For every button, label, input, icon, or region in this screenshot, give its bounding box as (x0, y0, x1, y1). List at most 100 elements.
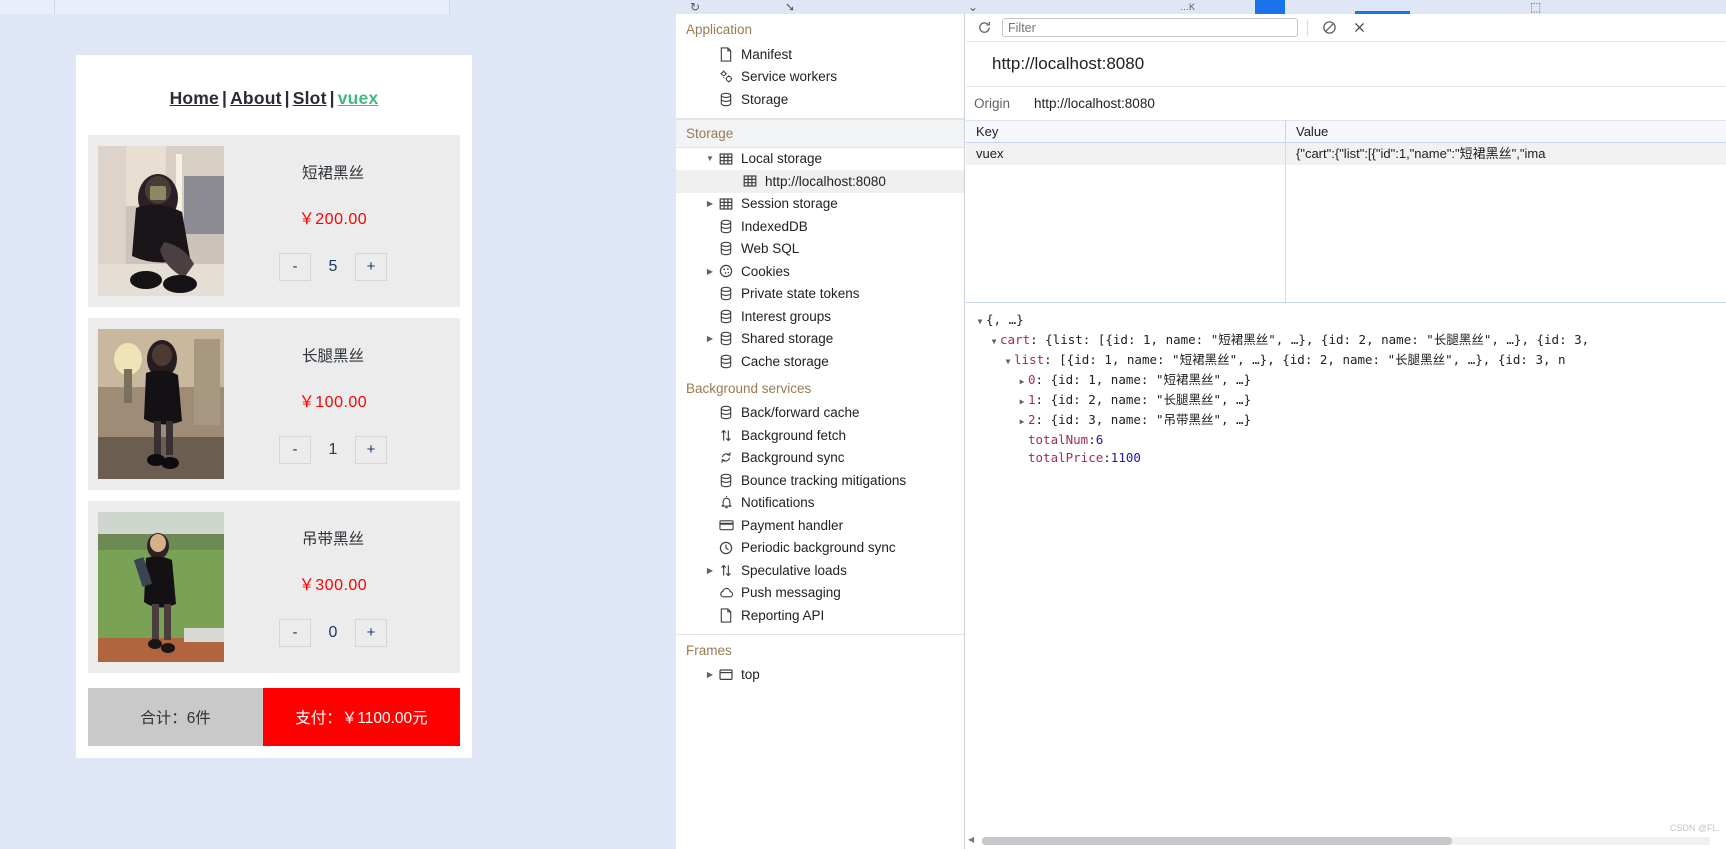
credit-card-icon (717, 517, 735, 533)
chrome-tab-segment[interactable] (55, 0, 450, 14)
sidebar-item-label: Local storage (741, 151, 823, 167)
sidebar-item-reporting-api[interactable]: ▶Reporting API (676, 604, 964, 627)
decrement-button[interactable]: - (279, 436, 311, 464)
chrome-tab-segment[interactable] (0, 0, 55, 14)
chevron-right-icon[interactable]: ▶ (704, 199, 716, 208)
json-value: : {id: 1, name: "短裙黑丝", …} (1035, 372, 1252, 387)
chevron-down-icon[interactable]: ⌄ (968, 0, 978, 14)
sidebar-item-web-sql[interactable]: ▶Web SQL (676, 238, 964, 261)
scroll-left-arrow[interactable]: ◀ (968, 835, 974, 844)
sidebar-item-indexeddb[interactable]: ▶IndexedDB (676, 215, 964, 238)
sidebar-item-cookies[interactable]: ▶ Cookies (676, 260, 964, 283)
reload-icon[interactable]: ↻ (690, 0, 700, 14)
arrows-updown-icon (717, 562, 735, 578)
cell-key: vuex (966, 143, 1286, 165)
sidebar-item-session-storage[interactable]: ▶ Session storage (676, 193, 964, 216)
json-preview-row[interactable]: ▼ {, …} (974, 311, 1726, 331)
chevron-right-icon[interactable]: ▶ (1016, 373, 1028, 391)
sidebar-item-label: Background sync (741, 450, 845, 466)
scrollbar-thumb[interactable] (982, 837, 1452, 845)
sidebar-item-background-fetch[interactable]: ▶Background fetch (676, 424, 964, 447)
json-preview-row[interactable]: totalPrice: 1100 (974, 449, 1726, 467)
document-icon (717, 46, 735, 62)
table-icon (717, 151, 735, 167)
increment-button[interactable]: + (355, 619, 387, 647)
database-icon (717, 308, 735, 324)
cursor-icon[interactable]: ➘ (785, 0, 795, 14)
nav-link-vuex[interactable]: vuex (338, 88, 379, 108)
sidebar-item-periodic-background-sync[interactable]: ▶Periodic background sync (676, 537, 964, 560)
cart-item: 短裙黑丝 ￥200.00 - 5 + (88, 135, 460, 307)
column-header-key[interactable]: Key (966, 121, 1286, 142)
product-thumbnail[interactable] (98, 329, 224, 479)
clock-icon (717, 540, 735, 556)
increment-button[interactable]: + (355, 253, 387, 281)
sidebar-item-top[interactable]: ▶ top (676, 664, 964, 687)
sidebar-item-background-sync[interactable]: ▶Background sync (676, 447, 964, 470)
database-icon (717, 218, 735, 234)
product-thumbnail[interactable] (98, 146, 224, 296)
sidebar-item-notifications[interactable]: ▶Notifications (676, 492, 964, 515)
chevron-right-icon[interactable]: ▶ (704, 267, 716, 276)
application-panel-sidebar: Application▶Manifest▶Service workers▶Sto… (676, 14, 965, 849)
sidebar-item-label: Storage (741, 91, 789, 107)
no-entry-icon[interactable] (1317, 17, 1341, 39)
chevron-right-icon[interactable]: ▶ (1016, 413, 1028, 431)
nav-link-slot[interactable]: Slot (293, 88, 327, 108)
chevron-down-icon[interactable]: ▼ (988, 333, 1000, 351)
sidebar-item-private-state-tokens[interactable]: ▶Private state tokens (676, 283, 964, 306)
json-preview-row[interactable]: ▶ 0: {id: 1, name: "短裙黑丝", …} (974, 371, 1726, 391)
sidebar-item-shared-storage[interactable]: ▶ Shared storage (676, 328, 964, 351)
json-preview-row[interactable]: ▶ 1: {id: 2, name: "长腿黑丝", …} (974, 391, 1726, 411)
sidebar-item-local-storage[interactable]: ▼ Local storage (676, 148, 964, 171)
json-preview-row[interactable]: ▼ list: [{id: 1, name: "短裙黑丝", …}, {id: 2… (974, 351, 1726, 371)
column-header-value[interactable]: Value (1286, 121, 1726, 142)
sidebar-item-speculative-loads[interactable]: ▶ Speculative loads (676, 559, 964, 582)
horizontal-scrollbar[interactable]: ◀ (966, 835, 1726, 847)
sidebar-item-service-workers[interactable]: ▶Service workers (676, 66, 964, 89)
chevron-right-icon[interactable]: ▶ (704, 566, 716, 575)
sidebar-section-title: Storage (676, 118, 964, 148)
product-thumbnail[interactable] (98, 512, 224, 662)
sidebar-section-title: Application (686, 22, 753, 37)
shopping-cart-page: Home | About | Slot | vuex 短裙黑丝 ￥200.00 … (76, 55, 472, 758)
storage-viewer: http://localhost:8080 Origin http://loca… (966, 14, 1726, 849)
sidebar-item-http-localhost-8080[interactable]: ▶http://localhost:8080 (676, 170, 964, 193)
cart-item: 长腿黑丝 ￥100.00 - 1 + (88, 318, 460, 490)
chevron-right-icon[interactable]: ▶ (704, 334, 716, 343)
refresh-icon[interactable] (972, 17, 996, 39)
sidebar-item-push-messaging[interactable]: ▶Push messaging (676, 582, 964, 605)
sidebar-item-payment-handler[interactable]: ▶Payment handler (676, 514, 964, 537)
sidebar-item-interest-groups[interactable]: ▶Interest groups (676, 305, 964, 328)
sidebar-item-cache-storage[interactable]: ▶Cache storage (676, 350, 964, 373)
filter-input[interactable] (1002, 18, 1298, 37)
sidebar-item-storage[interactable]: ▶Storage (676, 88, 964, 111)
cookie-icon (717, 263, 735, 279)
table-row[interactable]: vuex {"cart":{"list":[{"id":1,"name":"短裙… (966, 143, 1726, 165)
nav-link-home[interactable]: Home (170, 88, 219, 108)
sidebar-item-back-forward-cache[interactable]: ▶Back/forward cache (676, 402, 964, 425)
json-preview-row[interactable]: ▶ 2: {id: 3, name: "吊带黑丝", …} (974, 411, 1726, 431)
increment-button[interactable]: + (355, 436, 387, 464)
decrement-button[interactable]: - (279, 253, 311, 281)
close-icon[interactable] (1347, 17, 1371, 39)
json-preview-row[interactable]: totalNum: 6 (974, 431, 1726, 449)
chevron-down-icon[interactable]: ▼ (704, 154, 716, 163)
pay-button[interactable]: 支付：￥1100.00元 (263, 688, 460, 746)
sidebar-item-label: Cookies (741, 263, 790, 279)
chevron-down-icon[interactable]: ▼ (974, 313, 986, 331)
quantity-value: 0 (328, 624, 338, 641)
chevron-right-icon[interactable]: ▶ (704, 670, 716, 679)
chevron-down-icon[interactable]: ▼ (1002, 353, 1014, 371)
puzzle-icon[interactable]: ⬚ (1530, 0, 1541, 14)
quantity-stepper: - 5 + (224, 253, 442, 281)
nav-link-about[interactable]: About (230, 88, 282, 108)
main-navigation: Home | About | Slot | vuex (76, 55, 472, 109)
decrement-button[interactable]: - (279, 619, 311, 647)
sidebar-item-bounce-tracking-mitigations[interactable]: ▶Bounce tracking mitigations (676, 469, 964, 492)
json-preview-row[interactable]: ▼ cart: {list: [{id: 1, name: "短裙黑丝", …},… (974, 331, 1726, 351)
sidebar-item-manifest[interactable]: ▶Manifest (676, 43, 964, 66)
chevron-right-icon[interactable]: ▶ (1016, 393, 1028, 411)
toolbar-divider (1307, 19, 1308, 36)
gears-icon (717, 69, 735, 85)
